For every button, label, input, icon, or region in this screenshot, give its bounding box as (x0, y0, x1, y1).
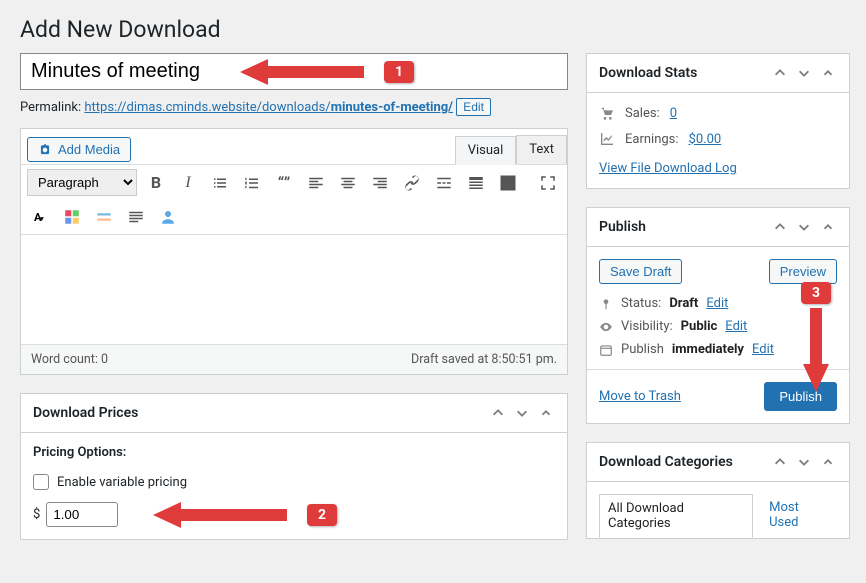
save-draft-button[interactable]: Save Draft (599, 259, 682, 284)
strikethrough-icon[interactable]: A▾ (27, 204, 53, 230)
chart-icon (599, 131, 615, 147)
download-stats-title: Download Stats (599, 65, 697, 81)
earnings-value-link[interactable]: $0.00 (689, 132, 722, 147)
tab-most-used[interactable]: Most Used (761, 494, 837, 538)
paragraph-icon[interactable] (123, 204, 149, 230)
pricing-options-label: Pricing Options: (33, 445, 555, 460)
status-edit-link[interactable]: Edit (706, 296, 728, 311)
align-center-icon[interactable] (335, 170, 361, 196)
chevron-down-icon[interactable] (795, 218, 813, 236)
color-blocks-icon[interactable] (59, 204, 85, 230)
bold-icon[interactable]: B (143, 170, 169, 196)
chevron-up-icon[interactable] (771, 218, 789, 236)
hr-icon[interactable] (91, 204, 117, 230)
add-media-button[interactable]: Add Media (27, 137, 131, 162)
view-log-link[interactable]: View File Download Log (599, 161, 737, 176)
chevron-up-icon[interactable] (771, 64, 789, 82)
visibility-edit-link[interactable]: Edit (725, 319, 747, 334)
move-to-trash-link[interactable]: Move to Trash (599, 389, 681, 404)
download-prices-title: Download Prices (33, 405, 138, 421)
read-more-icon[interactable] (431, 170, 457, 196)
enable-variable-pricing[interactable]: Enable variable pricing (33, 474, 555, 490)
download-categories-title: Download Categories (599, 454, 733, 470)
variable-pricing-checkbox[interactable] (33, 474, 49, 490)
page-title: Add New Download (20, 16, 846, 43)
pin-icon (599, 297, 613, 311)
format-select[interactable]: Paragraph (27, 169, 137, 196)
price-input[interactable] (46, 502, 118, 527)
chevron-down-icon[interactable] (795, 453, 813, 471)
user-icon[interactable] (155, 204, 181, 230)
content-editor: Add Media Visual Text Paragraph B I “” (20, 128, 568, 375)
toggle-panel-icon[interactable] (819, 218, 837, 236)
camera-icon (38, 143, 52, 157)
permalink: Permalink: https://dimas.cminds.website/… (20, 98, 568, 116)
numbered-list-icon[interactable] (239, 170, 265, 196)
align-left-icon[interactable] (303, 170, 329, 196)
chevron-up-icon[interactable] (489, 404, 507, 422)
blockquote-icon[interactable]: “” (271, 170, 297, 196)
tab-text[interactable]: Text (516, 135, 567, 164)
permalink-link[interactable]: https://dimas.cminds.website/downloads/m… (84, 100, 453, 115)
toggle-panel-icon[interactable] (537, 404, 555, 422)
editor-body[interactable] (21, 234, 567, 344)
publish-title: Publish (599, 219, 646, 235)
toggle-panel-icon[interactable] (819, 64, 837, 82)
link-icon[interactable] (399, 170, 425, 196)
italic-icon[interactable]: I (175, 170, 201, 196)
word-count: Word count: 0 (31, 352, 108, 367)
tab-all-categories[interactable]: All Download Categories (599, 494, 753, 538)
eye-icon (599, 320, 613, 334)
preview-button[interactable]: Preview (769, 259, 837, 284)
title-input[interactable] (20, 53, 568, 90)
fullscreen-icon[interactable] (535, 170, 561, 196)
toolbar-toggle-icon[interactable] (463, 170, 489, 196)
chevron-up-icon[interactable] (771, 453, 789, 471)
align-right-icon[interactable] (367, 170, 393, 196)
tab-visual[interactable]: Visual (455, 136, 517, 165)
table-icon[interactable] (495, 170, 521, 196)
permalink-edit-button[interactable]: Edit (456, 98, 491, 116)
toggle-panel-icon[interactable] (819, 453, 837, 471)
svg-text:▾: ▾ (40, 214, 44, 223)
annotation-2: 2 (307, 504, 337, 526)
chevron-down-icon[interactable] (513, 404, 531, 422)
chevron-down-icon[interactable] (795, 64, 813, 82)
schedule-edit-link[interactable]: Edit (752, 342, 774, 357)
bullet-list-icon[interactable] (207, 170, 233, 196)
calendar-icon (599, 343, 613, 357)
publish-button[interactable]: Publish (764, 382, 837, 411)
draft-saved: Draft saved at 8:50:51 pm. (411, 352, 557, 367)
cart-icon (599, 105, 615, 121)
sales-value-link[interactable]: 0 (670, 106, 677, 121)
currency-symbol: $ (33, 507, 40, 522)
